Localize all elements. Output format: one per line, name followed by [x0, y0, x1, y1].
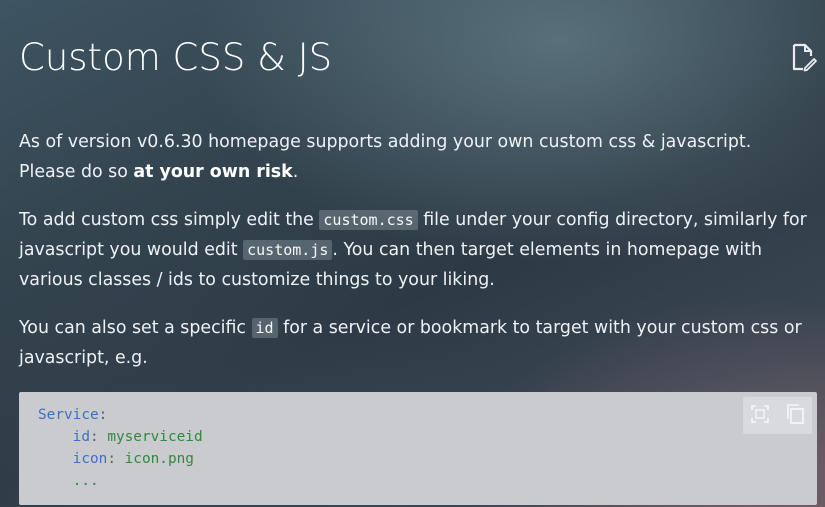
text: You can also set a specific	[19, 318, 252, 338]
code-toolbar	[743, 397, 812, 434]
intro-end: .	[292, 162, 299, 182]
code-sep: :	[98, 407, 108, 423]
code-content: Service: id: myserviceid icon: icon.png …	[19, 392, 817, 492]
code-value: myserviceid	[107, 429, 203, 445]
paragraph-id: You can also set a specific id for a ser…	[19, 313, 809, 373]
code-key: id	[72, 429, 90, 445]
select-all-icon	[751, 404, 770, 427]
paragraph-custom-files: To add custom css simply edit the custom…	[19, 205, 809, 295]
code-ellipsis: ...	[72, 473, 99, 489]
select-all-button[interactable]	[749, 404, 771, 427]
code-sep: :	[89, 429, 108, 445]
code-key: icon	[72, 451, 108, 467]
article-content: As of version v0.6.30 homepage supports …	[19, 127, 809, 391]
paragraph-intro: As of version v0.6.30 homepage supports …	[19, 127, 809, 187]
intro-text: As of version v0.6.30 homepage supports …	[19, 132, 752, 182]
page-title: Custom CSS & JS	[19, 36, 333, 79]
edit-page-icon	[791, 43, 817, 76]
copy-button[interactable]	[784, 403, 806, 428]
edit-page-button[interactable]	[791, 42, 817, 72]
code-key: Service	[38, 407, 99, 423]
code-value: icon.png	[124, 451, 194, 467]
code-sep: :	[107, 451, 125, 467]
inline-code-custom-js: custom.js	[243, 240, 333, 260]
inline-code-custom-css: custom.css	[319, 210, 418, 230]
inline-code-id: id	[251, 318, 278, 338]
copy-icon	[786, 403, 804, 428]
docs-page: Custom CSS & JS As of version v0.6.30 ho…	[0, 0, 825, 507]
text: To add custom css simply edit the	[19, 210, 320, 230]
risk-warning: at your own risk	[133, 162, 293, 182]
code-block-yaml[interactable]: Service: id: myserviceid icon: icon.png …	[19, 392, 817, 505]
